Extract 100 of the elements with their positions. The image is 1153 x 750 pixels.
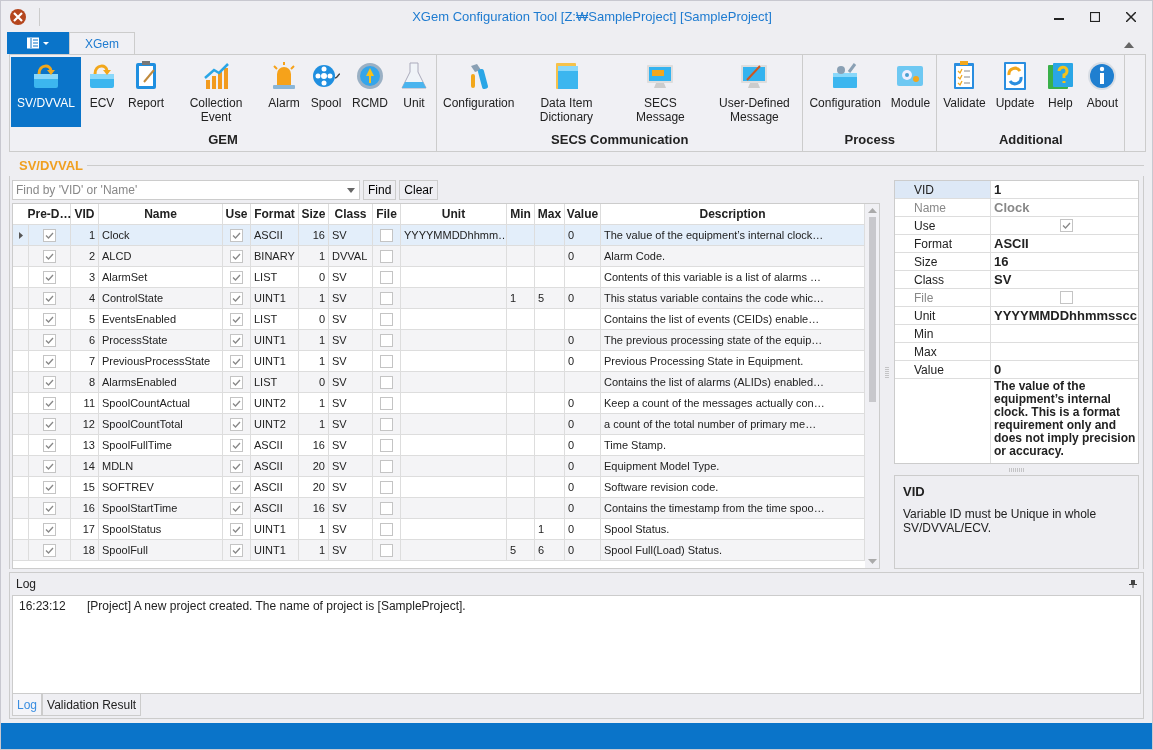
table-row[interactable]: 4 ControlState UINT1 1 SV 1 5 0 This status variable contains the code whic… [13, 288, 865, 309]
checkbox[interactable] [230, 522, 243, 536]
ribbon-button[interactable]: Data Item Dictionary [519, 57, 614, 127]
table-row[interactable]: 14 MDLN ASCII 20 SV 0 Equipment Model Type. [13, 456, 865, 477]
checkbox[interactable] [43, 438, 56, 452]
ribbon-button[interactable]: Module [885, 57, 936, 127]
checkbox[interactable] [43, 543, 56, 557]
ribbon-button[interactable]: About [1081, 57, 1124, 127]
checkbox[interactable] [230, 249, 243, 263]
checkbox[interactable] [230, 375, 243, 389]
checkbox[interactable] [230, 417, 243, 431]
checkbox[interactable] [230, 480, 243, 494]
checkbox[interactable] [380, 312, 393, 326]
checkbox[interactable] [43, 396, 56, 410]
checkbox[interactable] [380, 543, 393, 557]
checkbox[interactable] [43, 459, 56, 473]
checkbox[interactable] [230, 438, 243, 452]
ribbon-button[interactable]: Help [1039, 57, 1082, 127]
scroll-up-icon[interactable] [867, 208, 877, 213]
checkbox[interactable] [230, 459, 243, 473]
table-row[interactable]: 15 SOFTREV ASCII 20 SV 0 Software revision code. [13, 477, 865, 498]
table-row[interactable]: 16 SpoolStartTime ASCII 16 SV 0 Contains the timestamp from the time spoo… [13, 498, 865, 519]
checkbox[interactable] [43, 291, 56, 305]
table-row[interactable]: 18 SpoolFull UINT1 1 SV 5 6 0 Spool Full(Load) Status. [13, 540, 865, 561]
ribbon-button[interactable]: User-Defined Message [707, 57, 802, 127]
checkbox[interactable] [380, 501, 393, 515]
checkbox[interactable] [230, 354, 243, 368]
checkbox[interactable] [380, 249, 393, 263]
ribbon-tab[interactable]: XGem [69, 32, 135, 55]
checkbox[interactable] [380, 375, 393, 389]
checkbox[interactable] [43, 501, 56, 515]
checkbox[interactable] [380, 396, 393, 410]
table-row[interactable]: 13 SpoolFullTime ASCII 16 SV 0 Time Stamp. [13, 435, 865, 456]
checkbox[interactable] [230, 270, 243, 284]
search-button[interactable]: Clear [399, 180, 439, 200]
checkbox[interactable] [230, 396, 243, 410]
ribbon-button[interactable]: Spool [305, 57, 348, 127]
checkbox[interactable] [230, 501, 243, 515]
table-row[interactable]: 1 Clock ASCII 16 SV YYYYMMDDhhmm… 0 The value of the equipment’s internal clock… [13, 225, 865, 246]
table-row[interactable]: 8 AlarmsEnabled LIST 0 SV Contains the list of alarms (ALIDs) enabled… [13, 372, 865, 393]
ribbon-button[interactable]: ECV [81, 57, 123, 127]
scroll-thumb[interactable] [868, 217, 876, 402]
ribbon-button[interactable]: Unit [393, 57, 436, 127]
maximize-icon[interactable] [1090, 11, 1100, 22]
checkbox[interactable] [380, 333, 393, 347]
checkbox[interactable] [230, 333, 243, 347]
log-tab[interactable]: Validation Result [42, 694, 142, 716]
checkbox[interactable] [43, 375, 56, 389]
splitter-grip-icon[interactable] [885, 365, 889, 380]
checkbox[interactable] [43, 480, 56, 494]
ribbon-button[interactable]: Validate [938, 57, 991, 127]
splitter-grip-icon[interactable] [1008, 467, 1025, 472]
table-row[interactable]: 5 EventsEnabled LIST 0 SV Contains the list of events (CEIDs) enable… [13, 309, 865, 330]
checkbox[interactable] [43, 270, 56, 284]
collapse-ribbon-icon[interactable] [1124, 42, 1134, 48]
scroll-down-icon[interactable] [867, 559, 877, 564]
checkbox[interactable] [43, 228, 56, 242]
ribbon-button[interactable]: RCMD [347, 57, 394, 127]
table-row[interactable]: 12 SpoolCountTotal UINT2 1 SV 0 a count of the total number of primary me… [13, 414, 865, 435]
checkbox[interactable] [380, 291, 393, 305]
ribbon-button[interactable]: SECS Message [613, 57, 708, 127]
checkbox[interactable] [380, 459, 393, 473]
ribbon-button[interactable]: Configuration [804, 57, 886, 127]
checkbox[interactable] [43, 333, 56, 347]
checkbox[interactable] [380, 480, 393, 494]
search-field[interactable]: Find by 'VID' or 'Name' [12, 180, 360, 200]
app-menu-button[interactable] [7, 32, 69, 54]
checkbox[interactable] [230, 312, 243, 326]
table-cell: SV [332, 523, 347, 535]
table-row[interactable]: 17 SpoolStatus UINT1 1 SV 1 0 Spool Status. [13, 519, 865, 540]
close-icon[interactable] [1126, 11, 1136, 22]
dropdown-icon[interactable] [347, 188, 355, 193]
ribbon-button[interactable]: Update [990, 57, 1040, 127]
checkbox[interactable] [380, 522, 393, 536]
search-button[interactable]: Find [363, 180, 397, 200]
checkbox[interactable] [380, 438, 393, 452]
checkbox[interactable] [380, 228, 393, 242]
checkbox[interactable] [380, 417, 393, 431]
pin-icon[interactable] [1129, 580, 1137, 588]
table-row[interactable]: 6 ProcessState UINT1 1 SV 0 The previous processing state of the equip… [13, 330, 865, 351]
checkbox[interactable] [43, 522, 56, 536]
checkbox[interactable] [43, 417, 56, 431]
checkbox[interactable] [230, 291, 243, 305]
ribbon-button[interactable]: SV/DVVAL [11, 57, 81, 127]
ribbon-button[interactable]: Collection Event [169, 57, 264, 127]
ribbon-button[interactable]: Alarm [263, 57, 306, 127]
ribbon-button[interactable]: Configuration [438, 57, 520, 127]
checkbox[interactable] [380, 354, 393, 368]
checkbox[interactable] [230, 543, 243, 557]
table-row[interactable]: 7 PreviousProcessState UINT1 1 SV 0 Previous Processing State in Equipment. [13, 351, 865, 372]
checkbox[interactable] [380, 270, 393, 284]
table-row[interactable]: 11 SpoolCountActual UINT2 1 SV 0 Keep a count of the messages actually con… [13, 393, 865, 414]
ribbon-button[interactable]: Report [123, 57, 170, 127]
checkbox[interactable] [43, 312, 56, 326]
checkbox[interactable] [43, 249, 56, 263]
checkbox[interactable] [43, 354, 56, 368]
checkbox[interactable] [230, 228, 243, 242]
checkbox[interactable] [1059, 219, 1073, 232]
table-row[interactable]: 2 ALCD BINARY 1 DVVAL 0 Alarm Code. [13, 246, 865, 267]
table-row[interactable]: 3 AlarmSet LIST 0 SV Contents of this variable is a list of alarms … [13, 267, 865, 288]
